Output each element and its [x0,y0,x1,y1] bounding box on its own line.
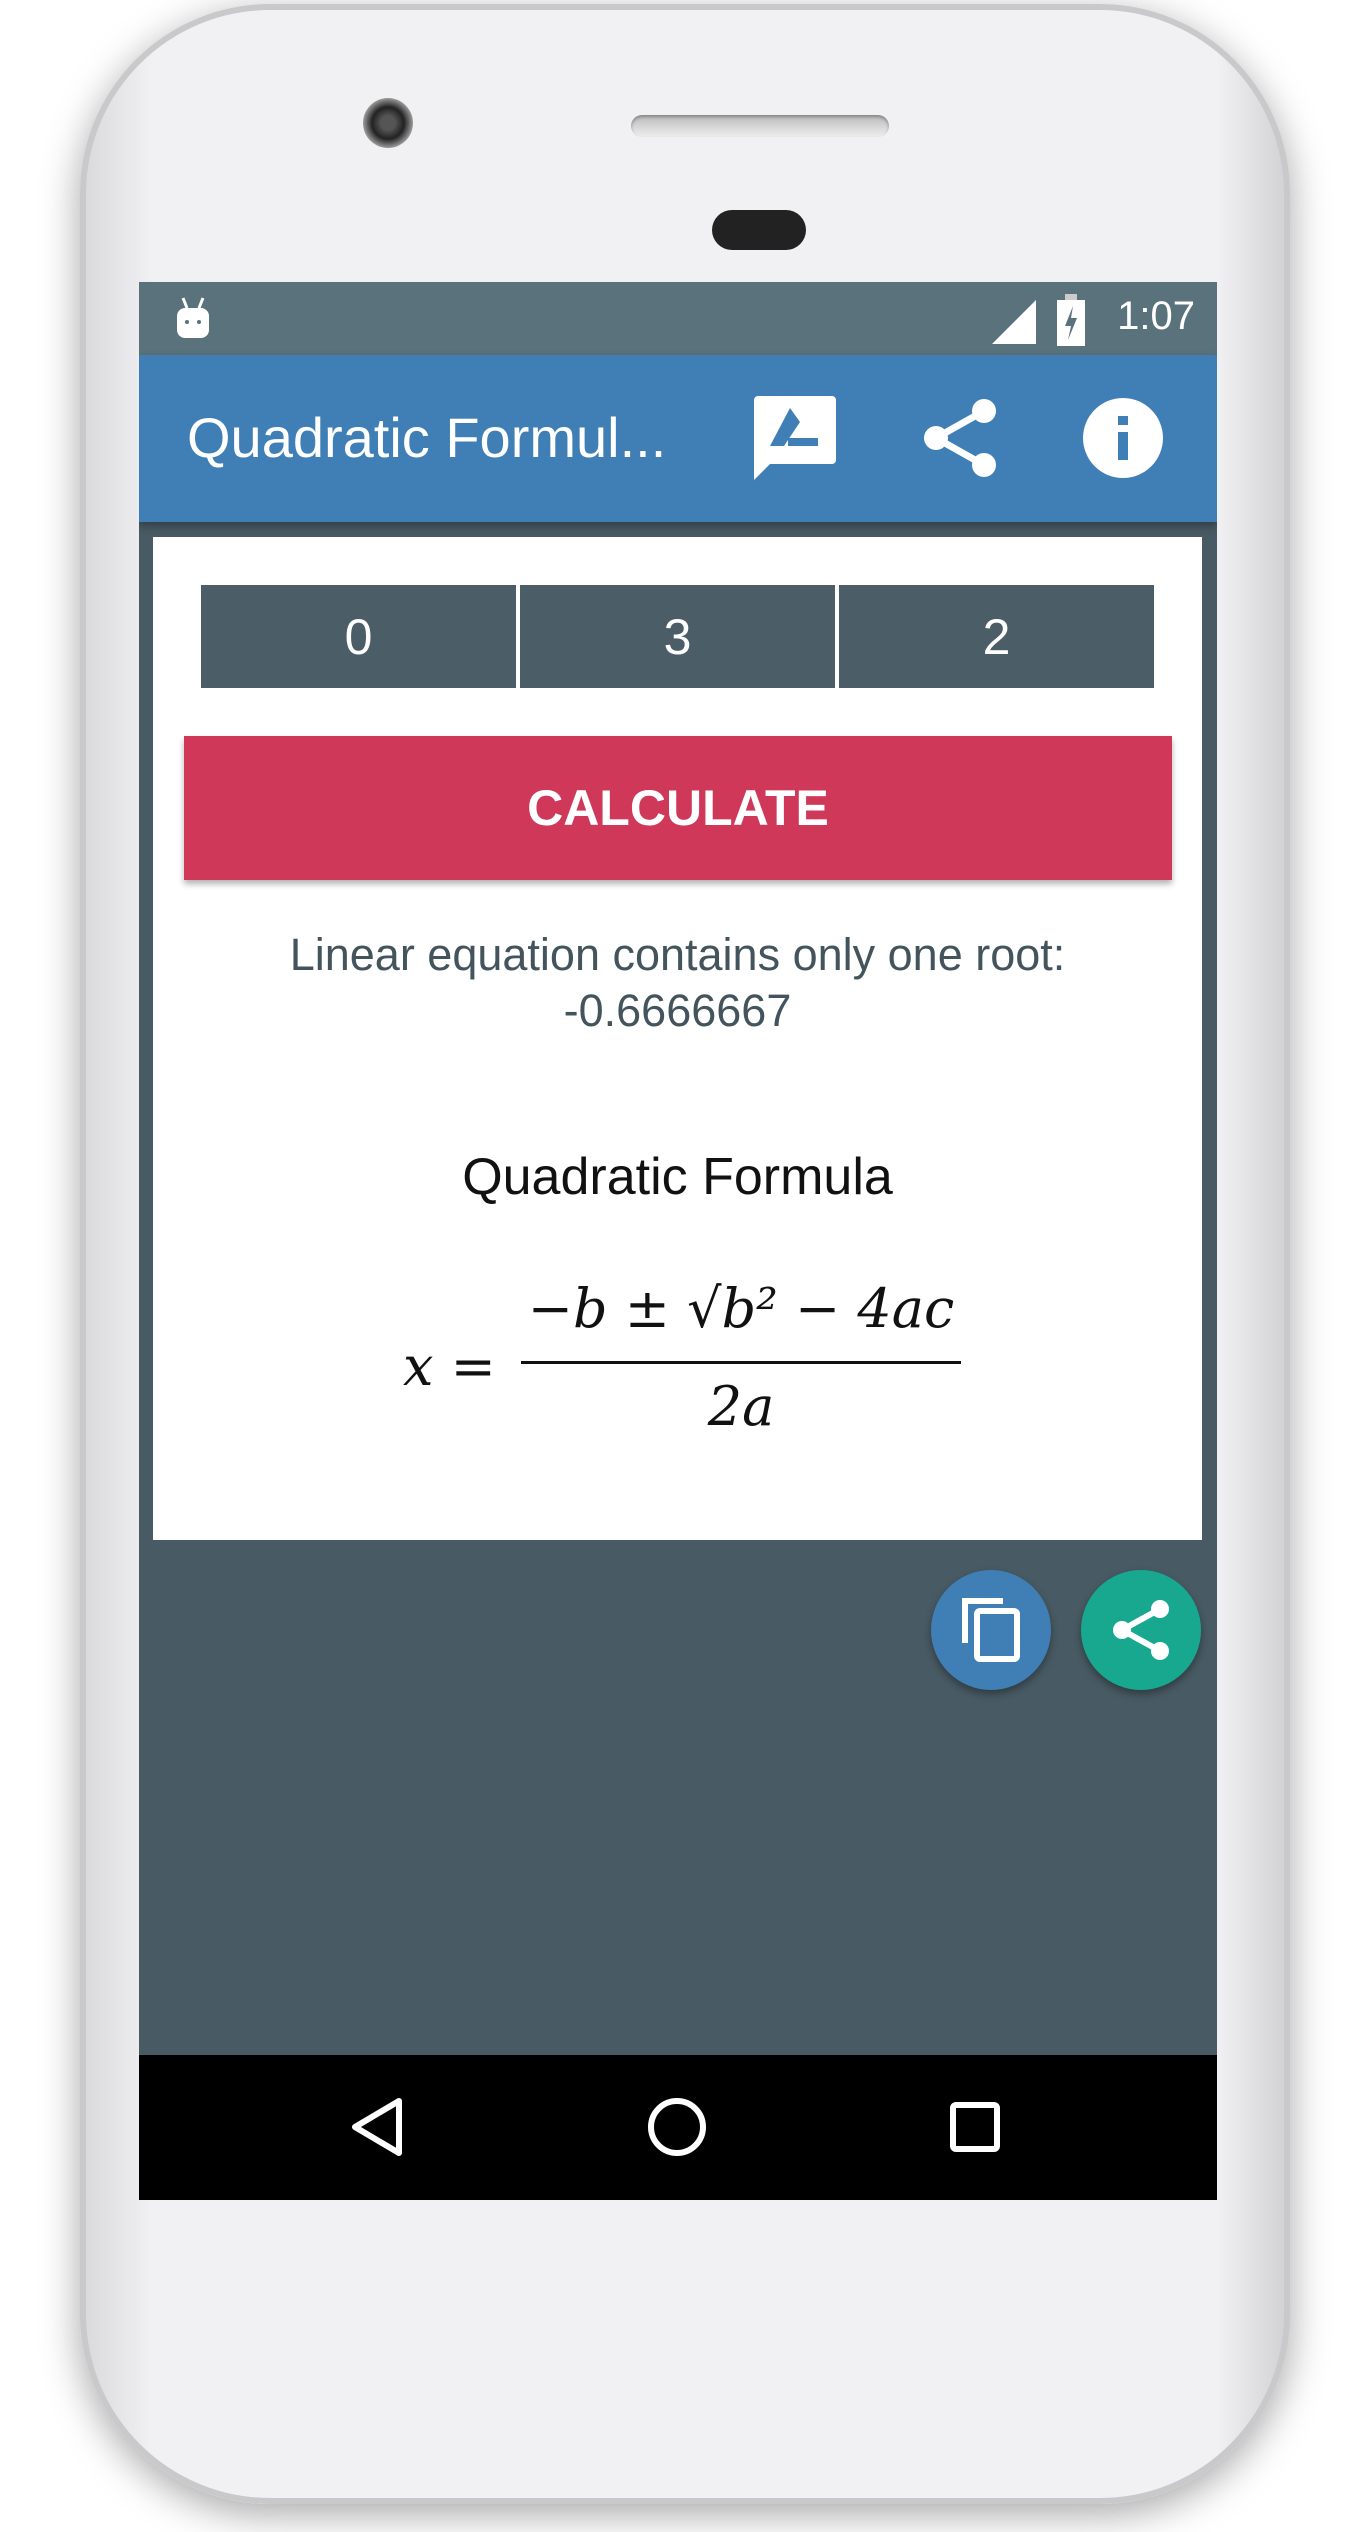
recents-icon [950,2102,1000,2152]
copy-fab[interactable] [931,1570,1051,1690]
back-button[interactable] [347,2095,411,2159]
share-icon [924,399,996,477]
coefficient-a-input[interactable]: 0 [201,585,516,688]
android-icon [177,297,209,338]
share-button[interactable] [915,393,1005,483]
earpiece [712,210,806,250]
feedback-button[interactable] [750,393,840,483]
recents-button[interactable] [943,2095,1007,2159]
coefficient-inputs: 0 3 2 [201,585,1154,688]
share-result-fab[interactable] [1081,1570,1201,1690]
home-icon [648,2098,706,2156]
formula-lhs: x = [403,1335,496,1398]
coefficient-b-input[interactable]: 3 [520,585,835,688]
formula-denominator: 2a [707,1375,775,1438]
formula-image: x = −b ± √b² − 4ac 2a [403,1277,963,1477]
front-camera [363,98,413,148]
formula-numerator: −b ± √b² − 4ac [527,1277,955,1340]
coefficient-c-input[interactable]: 2 [839,585,1154,688]
battery-charging-icon [1057,294,1085,346]
app-title: Quadratic Formul... [187,406,667,469]
fraction-bar [521,1361,961,1364]
home-button[interactable] [645,2095,709,2159]
formula-title: Quadratic Formula [462,1148,893,1206]
screen: 1:07 Quadratic Formul... 0 3 2 CALCULATE… [139,282,1217,2200]
info-button[interactable] [1078,393,1168,483]
share-icon [1113,1600,1169,1660]
result-text: Linear equation contains only one root: … [153,927,1202,1039]
calculate-button[interactable]: CALCULATE [184,736,1172,880]
result-line-1: Linear equation contains only one root: [289,929,1066,980]
back-icon [352,2098,402,2156]
feedback-edit-icon [754,396,836,480]
navigation-bar [139,2055,1217,2200]
copy-icon [962,1598,1020,1662]
speaker-grille [631,115,889,137]
info-icon [1083,398,1163,478]
status-bar: 1:07 [139,282,1217,355]
app-bar: Quadratic Formul... [139,355,1217,522]
signal-icon [992,300,1036,344]
status-time: 1:07 [1117,294,1195,338]
calculator-card: 0 3 2 CALCULATE Linear equation contains… [153,537,1202,1540]
result-line-2: -0.6666667 [563,985,792,1036]
